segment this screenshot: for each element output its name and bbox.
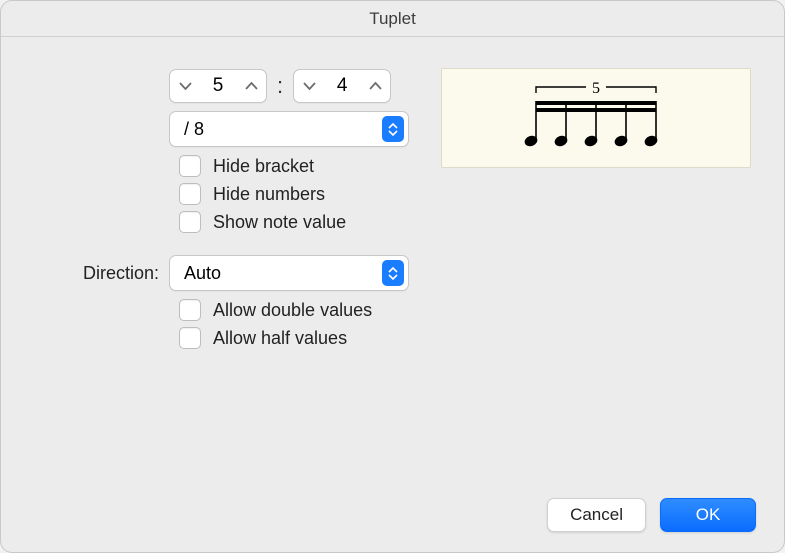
ok-button[interactable]: OK — [660, 498, 756, 532]
direction-select[interactable]: Auto — [169, 255, 409, 291]
show-note-value-label: Show note value — [213, 212, 346, 233]
hide-bracket-checkbox[interactable] — [179, 155, 201, 177]
direction-label: Direction: — [29, 263, 169, 284]
dialog-footer: Cancel OK — [547, 498, 756, 532]
hide-numbers-checkbox[interactable] — [179, 183, 201, 205]
denominator-increment[interactable] — [360, 70, 390, 102]
numerator-decrement[interactable] — [170, 70, 200, 102]
allow-double-row: Allow double values — [179, 299, 756, 321]
show-note-value-row: Show note value — [179, 211, 756, 233]
tuplet-dialog: Tuplet 5 : — [0, 0, 785, 553]
numerator-stepper[interactable]: 5 — [169, 69, 267, 103]
allow-double-checkbox[interactable] — [179, 299, 201, 321]
tuplet-number: 5 — [592, 80, 600, 97]
show-note-value-checkbox[interactable] — [179, 211, 201, 233]
cancel-button[interactable]: Cancel — [547, 498, 646, 532]
hide-bracket-label: Hide bracket — [213, 156, 314, 177]
numerator-value: 5 — [200, 75, 236, 97]
denominator-stepper[interactable]: 4 — [293, 69, 391, 103]
tuplet-preview-svg: 5 — [501, 79, 691, 157]
direction-value: Auto — [184, 263, 221, 284]
denominator-value: 4 — [324, 75, 360, 97]
window-title: Tuplet — [1, 1, 784, 37]
allow-half-checkbox[interactable] — [179, 327, 201, 349]
note-value-select[interactable]: / 8 — [169, 111, 409, 147]
hide-numbers-label: Hide numbers — [213, 184, 325, 205]
denominator-decrement[interactable] — [294, 70, 324, 102]
select-arrows-icon — [382, 116, 404, 142]
numerator-increment[interactable] — [236, 70, 266, 102]
allow-double-label: Allow double values — [213, 300, 372, 321]
direction-row: Direction: Auto — [29, 255, 756, 291]
notation-preview: 5 — [441, 68, 751, 168]
ratio-colon: : — [273, 73, 287, 99]
allow-half-label: Allow half values — [213, 328, 347, 349]
hide-numbers-row: Hide numbers — [179, 183, 756, 205]
select-arrows-icon — [382, 260, 404, 286]
note-value-label: / 8 — [184, 119, 204, 140]
allow-half-row: Allow half values — [179, 327, 756, 349]
